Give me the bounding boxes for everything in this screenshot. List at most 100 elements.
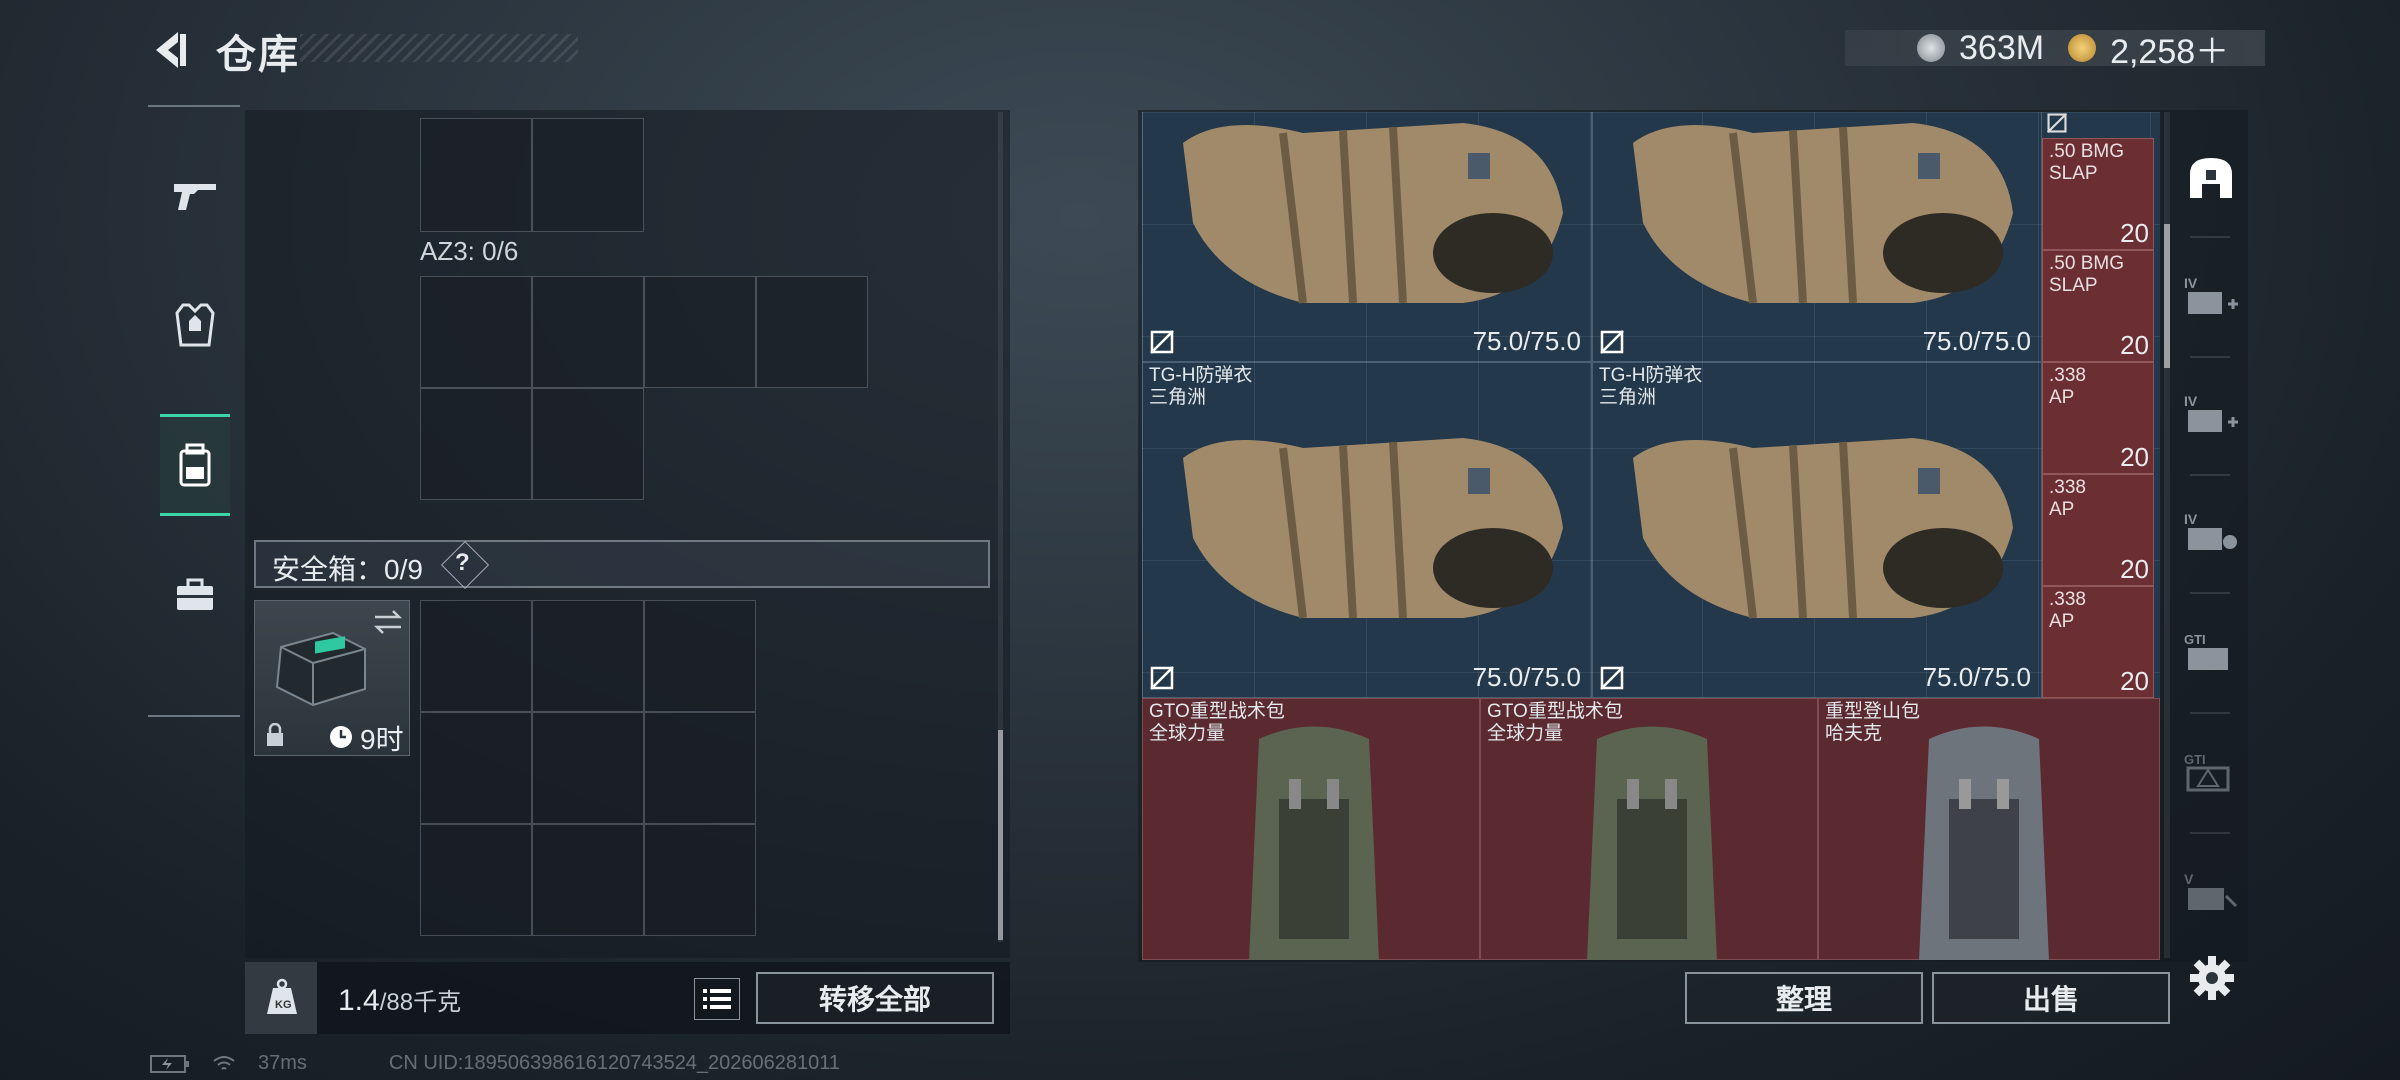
ammo-item[interactable]: .338 AP 20 xyxy=(2042,474,2154,586)
silver-amount: 363M xyxy=(1959,28,2045,67)
container-slot[interactable] xyxy=(420,118,532,232)
lock-icon xyxy=(267,723,283,746)
no-repair-icon xyxy=(2046,112,2068,134)
az3-slot[interactable] xyxy=(644,276,756,388)
nav-armor[interactable] xyxy=(160,277,230,373)
ammo-name: .338 AP xyxy=(2049,365,2086,408)
svg-text:IV: IV xyxy=(2184,275,2198,291)
safebox-slot[interactable] xyxy=(532,824,644,936)
safebox-slot[interactable] xyxy=(644,712,756,824)
swap-icon[interactable] xyxy=(373,609,403,635)
az3-slot[interactable] xyxy=(420,276,532,388)
ammo-name: .50 BMG SLAP xyxy=(2049,253,2124,296)
gear-icon xyxy=(2190,956,2234,1000)
ammo-quantity: 20 xyxy=(2120,554,2149,584)
title-decoration xyxy=(300,34,578,62)
safebox-case-icon xyxy=(275,631,366,707)
gun-icon xyxy=(174,184,216,210)
safebox-slot[interactable] xyxy=(532,600,644,712)
safebox-slot[interactable] xyxy=(420,824,532,936)
safebox-slot[interactable] xyxy=(420,600,532,712)
loadout-scrollbar-thumb[interactable] xyxy=(998,730,1003,940)
battery-icon xyxy=(150,1054,189,1073)
no-repair-icon xyxy=(1600,666,1624,690)
armor-item[interactable]: 75.0/75.0 xyxy=(1142,112,1592,362)
container-slot[interactable] xyxy=(532,118,644,232)
nav-weapons[interactable] xyxy=(160,147,230,243)
filter-tab-armor-iv-plus[interactable]: IV xyxy=(2180,262,2242,332)
az3-slot[interactable] xyxy=(420,388,532,500)
armor-vest-image xyxy=(1633,438,2013,619)
safebox-slot[interactable] xyxy=(420,712,532,824)
az3-capacity-label: AZ3: 0/6 xyxy=(420,236,519,266)
ammo-name: .50 BMG SLAP xyxy=(2049,141,2124,184)
backpack-v-icon: V xyxy=(2184,871,2238,910)
backpack-item[interactable]: 重型登山包 哈夫克 xyxy=(1818,698,2160,960)
item-name: GTO重型战术包 全球力量 xyxy=(1487,701,1623,744)
backpack-image xyxy=(1249,726,1379,960)
transfer-all-button[interactable]: 转移全部 xyxy=(756,972,994,1024)
filter-tab-all[interactable] xyxy=(2180,142,2242,212)
az3-slot[interactable] xyxy=(756,276,868,388)
no-repair-icon xyxy=(1150,666,1174,690)
back-arrow-icon xyxy=(156,32,186,68)
no-repair-icon xyxy=(1600,330,1624,354)
armor-iv-shield-icon: IV xyxy=(2184,511,2237,550)
durability: 75.0/75.0 xyxy=(1922,326,2031,356)
page-title: 仓库 xyxy=(216,33,300,77)
nav-backpack[interactable] xyxy=(160,414,230,516)
ammo-item[interactable]: .338 AP 20 xyxy=(2042,362,2154,474)
ammo-item[interactable]: .50 BMG SLAP 20 xyxy=(2042,138,2154,250)
currency-bar: 363M 2,258＋ xyxy=(1845,28,2265,71)
armor-iv-plus-icon: IV xyxy=(2184,275,2238,314)
backpack-image xyxy=(1919,726,2049,960)
list-view-button[interactable] xyxy=(694,978,740,1020)
item-name: 重型登山包 哈夫克 xyxy=(1825,701,1921,744)
no-repair-icon xyxy=(1150,330,1174,354)
filter-tab-chest-rig[interactable]: GTI xyxy=(2180,618,2242,688)
safebox-slot[interactable] xyxy=(644,824,756,936)
filter-tab-backpack[interactable]: V xyxy=(2180,858,2242,928)
carry-weight-max: /88千克 xyxy=(379,989,462,1016)
sort-button[interactable]: 整理 xyxy=(1685,972,1923,1024)
safebox-capacity-label: 安全箱：0/9 xyxy=(272,554,423,585)
backpack-item[interactable]: GTO重型战术包 全球力量 xyxy=(1480,698,1818,960)
helmet-filter-icon xyxy=(2190,158,2232,198)
backpack-image xyxy=(1587,726,1717,960)
filter-tab-rig-warning[interactable]: GTI xyxy=(2180,738,2242,808)
ammo-item[interactable]: .338 AP 20 xyxy=(2042,586,2154,698)
armor-iv-plus-2-icon: IV xyxy=(2184,393,2238,432)
armor-item[interactable]: TG-H防弹衣 三角洲 75.0/75.0 xyxy=(1592,362,2042,698)
ammo-quantity: 20 xyxy=(2120,666,2149,696)
filter-tab-armor-iv-shield[interactable]: IV xyxy=(2180,498,2242,568)
az3-slot[interactable] xyxy=(532,276,644,388)
svg-text:V: V xyxy=(2184,871,2194,887)
rig-warning-icon: GTI xyxy=(2184,752,2230,792)
gold-coin-icon xyxy=(2068,34,2097,62)
az3-slot[interactable] xyxy=(532,388,644,500)
gold-amount[interactable]: 2,258＋ xyxy=(2110,24,2229,73)
armor-vest-image xyxy=(1633,123,2013,304)
clock-icon xyxy=(330,726,352,748)
armor-item[interactable]: 75.0/75.0 xyxy=(1592,112,2042,362)
nav-tools[interactable] xyxy=(160,547,230,643)
settings-button[interactable] xyxy=(2188,954,2236,1002)
item-name: TG-H防弹衣 三角洲 xyxy=(1149,365,1253,408)
stash-scrollbar-thumb[interactable] xyxy=(2164,224,2170,368)
armor-item[interactable]: TG-H防弹衣 三角洲 75.0/75.0 xyxy=(1142,362,1592,698)
sell-button[interactable]: 出售 xyxy=(1932,972,2170,1024)
ammo-item[interactable]: .50 BMG SLAP 20 xyxy=(2042,250,2154,362)
carry-weight-current: 1.4 xyxy=(338,984,380,1017)
durability: 75.0/75.0 xyxy=(1472,326,1581,356)
filter-tab-armor-iv-plus-2[interactable]: IV xyxy=(2180,380,2242,450)
svg-text:GTI: GTI xyxy=(2184,632,2206,647)
safebox-slot[interactable] xyxy=(644,600,756,712)
status-bar: 37ms CN UID:18950639861612074352​4_20260… xyxy=(150,1052,840,1075)
back-button[interactable] xyxy=(148,28,192,72)
armor-vest-icon xyxy=(175,303,215,347)
backpack-item[interactable]: GTO重型战术包 全球力量 xyxy=(1142,698,1480,960)
weight-icon-box: KG xyxy=(245,962,317,1034)
safebox-slot[interactable] xyxy=(532,712,644,824)
armor-vest-image xyxy=(1183,438,1563,619)
category-nav xyxy=(148,105,240,717)
